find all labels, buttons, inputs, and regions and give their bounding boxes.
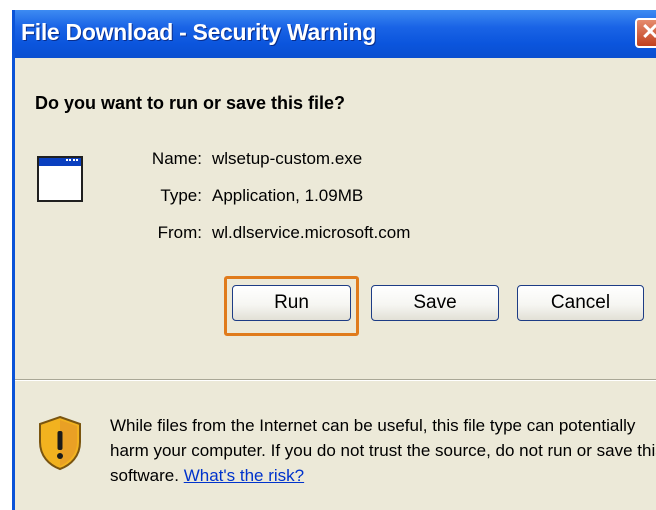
security-shield-icon (39, 415, 81, 471)
application-window-icon (37, 156, 83, 202)
file-name-value: wlsetup-custom.exe (212, 149, 363, 168)
save-button[interactable]: Save (371, 285, 499, 321)
cancel-button[interactable]: Cancel (517, 285, 644, 321)
title-bar[interactable]: File Download - Security Warning ✕ (15, 10, 656, 58)
download-dialog: File Download - Security Warning ✕ Do yo… (12, 10, 656, 510)
dialog-title: File Download - Security Warning (21, 19, 377, 45)
whats-the-risk-link[interactable]: What's the risk? (184, 466, 304, 485)
file-source-value: wl.dlservice.microsoft.com (212, 223, 411, 242)
file-name-label: Name: (151, 149, 202, 168)
close-icon: ✕ (641, 19, 656, 44)
prompt-question: Do you want to run or save this file? (35, 93, 346, 113)
run-button[interactable]: Run (232, 285, 351, 321)
file-source-label: From: (157, 223, 202, 242)
close-button[interactable]: ✕ (635, 18, 656, 48)
file-type-label: Type: (160, 186, 202, 205)
section-divider (15, 379, 656, 381)
security-warning-message: While files from the Internet can be use… (110, 413, 656, 488)
file-type-value: Application, 1.09MB (212, 186, 364, 205)
